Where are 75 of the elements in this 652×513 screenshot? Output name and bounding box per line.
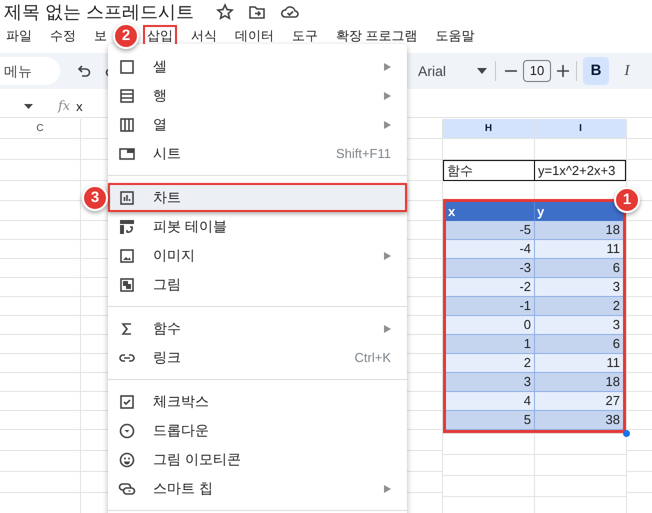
menu-item[interactable]: 스마트 칩 xyxy=(108,474,407,503)
star-icon[interactable] xyxy=(216,3,234,21)
fill-handle[interactable] xyxy=(623,430,630,437)
dropdown-icon xyxy=(118,422,136,440)
bold-button[interactable]: B xyxy=(583,57,609,85)
menu-item-label: 피봇 테이블 xyxy=(153,217,228,236)
menu-item-label: 스마트 칩 xyxy=(153,479,214,498)
menu-item[interactable]: 링크 Ctrl+K xyxy=(108,343,407,372)
callout-badge: 3 xyxy=(82,185,108,211)
menu-item[interactable]: 셀 xyxy=(108,52,407,81)
menu-item-label: 셀 xyxy=(153,57,168,76)
menu-item[interactable]: 그림 이모티콘 xyxy=(108,445,407,474)
menu-item[interactable]: 행 xyxy=(108,81,407,110)
column-label: y xyxy=(536,202,546,221)
menu-search-field[interactable]: 메뉴 xyxy=(0,57,60,85)
folder-icon[interactable] xyxy=(248,3,266,21)
menu-item[interactable]: 보 xyxy=(90,25,111,47)
menu-item[interactable]: 도움말 xyxy=(432,25,479,47)
column-header[interactable]: C xyxy=(0,119,80,138)
caret-icon[interactable] xyxy=(24,104,33,109)
undo-icon[interactable] xyxy=(76,63,92,79)
table-cell: 5 xyxy=(446,411,535,430)
menu-item[interactable]: 열 xyxy=(108,110,407,139)
caret-icon[interactable] xyxy=(477,68,487,74)
document-title: 제목 없는 스프레드시트 xyxy=(4,0,194,24)
font-size-field[interactable]: 10 xyxy=(523,60,551,82)
menu-item[interactable]: 그림 xyxy=(108,270,407,299)
font-dropdown[interactable]: Arial xyxy=(418,60,472,82)
shortcut-label: Ctrl+K xyxy=(354,348,391,367)
menu-item-label: 그림 xyxy=(153,275,182,294)
menu-item-label: 함수 xyxy=(153,319,182,338)
plus-icon[interactable] xyxy=(556,64,570,78)
menu-item[interactable]: 확장 프로그램 xyxy=(332,25,422,47)
square-icon xyxy=(118,58,136,76)
formula-text[interactable]: x xyxy=(76,96,83,116)
emoji-icon xyxy=(118,450,136,468)
menu-item[interactable]: 시트 Shift+F11 xyxy=(108,139,407,168)
menu-item[interactable]: 피봇 테이블 xyxy=(108,212,407,241)
chart-icon xyxy=(118,188,136,206)
menu-item-label: 열 xyxy=(153,115,168,134)
menu-item[interactable]: 차트 xyxy=(108,183,407,212)
menu-item[interactable]: 서식 xyxy=(187,25,221,47)
checkbox-icon xyxy=(118,392,136,410)
menu-item[interactable]: 수정 xyxy=(46,25,80,47)
callout-badge: 1 xyxy=(614,187,640,213)
table-cell: 함수 xyxy=(443,160,535,181)
cloud-icon[interactable] xyxy=(280,3,300,21)
menu-item-label: 드롭다운 xyxy=(153,421,210,440)
menu-item-label: 이미지 xyxy=(153,246,196,265)
table-cell: 38 xyxy=(535,411,623,430)
shortcut-label: Shift+F11 xyxy=(336,144,391,163)
image-icon xyxy=(118,246,136,264)
pivot-table-icon xyxy=(118,218,136,236)
menu-item[interactable]: 함수 xyxy=(108,314,407,343)
menu-item[interactable]: 이미지 xyxy=(108,241,407,270)
menu-item[interactable]: 도구 xyxy=(288,25,322,47)
menu-item-label: 체크박스 xyxy=(153,392,210,411)
menu-item-label: 그림 이모티콘 xyxy=(153,450,242,469)
callout-badge: 2 xyxy=(113,23,139,49)
italic-button[interactable]: I xyxy=(614,57,640,85)
menu-item-label: 링크 xyxy=(153,348,182,367)
menu-item-label: 행 xyxy=(153,86,168,105)
fx-label: fx xyxy=(58,98,70,116)
column-header[interactable]: H xyxy=(443,119,534,138)
menu-item-label: 차트 xyxy=(153,188,182,207)
columns-icon xyxy=(118,116,136,134)
menu-item[interactable]: 파일 xyxy=(2,25,36,47)
table-cell: y=1x^2+2x+3 xyxy=(535,160,626,181)
menu-item-label: 시트 xyxy=(153,144,182,163)
column-header[interactable]: I xyxy=(535,119,626,138)
menu-item[interactable]: 드롭다운 xyxy=(108,416,407,445)
menu-item[interactable]: 데이터 xyxy=(231,25,278,47)
drawing-icon xyxy=(118,276,136,294)
rows-icon xyxy=(118,86,136,104)
menu-item[interactable]: 체크박스 xyxy=(108,387,407,416)
